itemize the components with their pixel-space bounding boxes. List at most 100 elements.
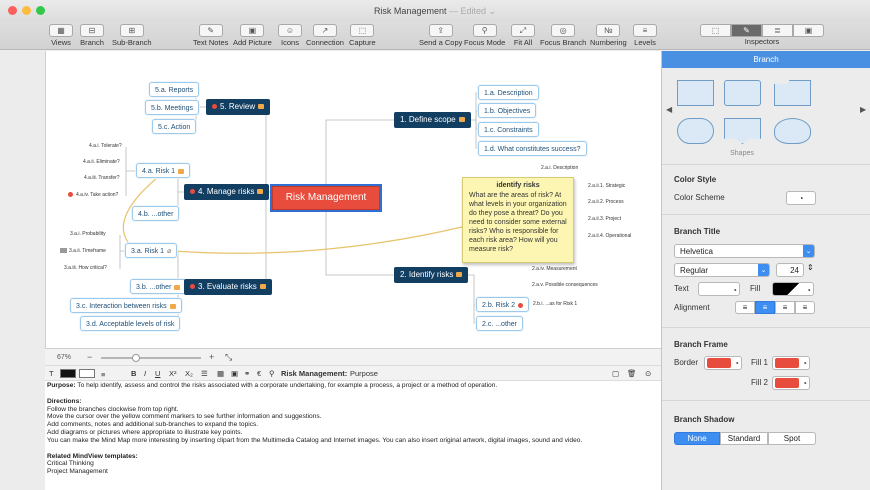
document-icon[interactable]: ▢ xyxy=(612,366,619,381)
comment-marker-icon[interactable] xyxy=(259,284,266,290)
sub-branch-3b[interactable]: 3.b. ...other xyxy=(130,279,187,294)
sub-branch-button[interactable]: ⊞ Sub-Branch xyxy=(112,24,152,47)
zoom-out-icon[interactable]: − xyxy=(87,349,92,366)
comment-marker-icon[interactable] xyxy=(258,104,265,110)
leaf-2av[interactable]: 2.a.v. Possible consequences xyxy=(532,282,598,288)
text-notes-button[interactable]: ✎ Text Notes xyxy=(193,24,228,47)
sub-branch-1b[interactable]: 1.b. Objectives xyxy=(478,103,537,118)
comment-marker-icon[interactable] xyxy=(174,284,181,290)
align-right-button[interactable]: ≡ xyxy=(775,301,795,314)
leaf-2ai[interactable]: 2.a.i. Description xyxy=(541,165,578,171)
inspector-tab-branch[interactable]: Branch xyxy=(662,51,870,68)
mind-map-canvas[interactable]: 5.a. Reports 5.b. Meetings 5.c. Action 5… xyxy=(45,51,661,348)
align-left-button[interactable]: ≡ xyxy=(735,301,755,314)
branch-review[interactable]: 5. Review xyxy=(206,99,271,115)
focus-mode-button[interactable]: ⚲ Focus Mode xyxy=(464,24,505,47)
font-family-select[interactable]: Helvetica ⌄ xyxy=(674,244,815,258)
branch-manage-risks[interactable]: 4. Manage risks xyxy=(184,184,270,200)
shapes-prev-arrow-icon[interactable]: ◀ xyxy=(666,105,672,114)
leaf-2aii2[interactable]: 2.a.ii.2. Process xyxy=(588,199,624,205)
branch-define-scope[interactable]: 1. Define scope xyxy=(394,112,471,128)
leaf-3ai[interactable]: 3.a.i. Probability xyxy=(70,231,106,237)
leaf-2aiv[interactable]: 2.a.iv. Measurement xyxy=(532,266,577,272)
branch-button[interactable]: ⊟ Branch xyxy=(80,24,104,47)
leaf-3aiii[interactable]: 3.a.iii. How critical? xyxy=(64,265,107,271)
capture-button[interactable]: ⬚ Capture xyxy=(349,24,376,47)
options-icon[interactable]: ⊙ xyxy=(645,366,651,381)
numbering-button[interactable]: № Numbering xyxy=(590,24,627,47)
add-picture-button[interactable]: ▣ Add Picture xyxy=(233,24,272,47)
attachment-icon[interactable]: ⌀ xyxy=(167,248,171,255)
zoom-slider-thumb[interactable] xyxy=(132,354,140,362)
special-char-icon[interactable]: ⚲ xyxy=(269,366,275,381)
sub-branch-2b[interactable]: 2.b. Risk 2 xyxy=(476,297,530,312)
list-inspector-icon[interactable]: ≣ xyxy=(762,24,793,37)
image-icon[interactable]: ▣ xyxy=(231,366,238,381)
trash-icon[interactable]: 🗑 xyxy=(627,366,637,381)
comment-marker-icon[interactable] xyxy=(458,117,465,123)
leaf-2bi[interactable]: 2.b.i. ...as for Risk 1 xyxy=(533,301,577,307)
italic-button[interactable]: I xyxy=(144,366,146,381)
sub-branch-5c[interactable]: 5.c. Action xyxy=(152,119,197,134)
border-color-well[interactable]: ◔ xyxy=(704,356,742,370)
shape-callout[interactable] xyxy=(724,118,761,144)
underline-button[interactable]: U xyxy=(155,366,160,381)
inspectors-control[interactable]: ⬚ ✎ ≣ ▣ Inspectors xyxy=(700,24,824,46)
leaf-2aii1[interactable]: 2.a.ii.1. Strategic xyxy=(588,183,625,189)
sub-branch-1d[interactable]: 1.d. What constitutes success? xyxy=(478,141,587,156)
font-size-stepper[interactable]: ⇕ xyxy=(807,263,814,272)
views-button[interactable]: ▦ Views xyxy=(49,24,73,47)
icons-button[interactable]: ☺ Icons xyxy=(278,24,302,47)
leaf-2aii3[interactable]: 2.a.ii.3. Project xyxy=(588,216,621,222)
leaf-4ai[interactable]: 4.a.i. Tolerate? xyxy=(89,143,122,149)
fit-all-button[interactable]: ⤢ Fit All xyxy=(511,24,535,47)
text-color-well[interactable]: ◔ xyxy=(698,282,740,296)
comment-marker-icon[interactable] xyxy=(257,189,264,195)
shape-folder[interactable] xyxy=(774,80,811,106)
color-scheme-button[interactable]: ◔ xyxy=(786,191,816,205)
levels-button[interactable]: ≡ Levels xyxy=(633,24,657,47)
leaf-2aii4[interactable]: 2.a.ii.4. Operational xyxy=(588,233,631,239)
map-inspector-icon[interactable]: ⬚ xyxy=(700,24,731,37)
edited-label[interactable]: — Edited ⌄ xyxy=(449,6,496,16)
leaf-4aiii[interactable]: 4.a.iii. Transfer? xyxy=(84,175,120,181)
branch-identify-risks[interactable]: 2. Identify risks xyxy=(394,267,469,283)
shapes-next-arrow-icon[interactable]: ▶ xyxy=(860,105,866,114)
subscript-button[interactable]: X₂ xyxy=(185,366,193,381)
text-color-swatch[interactable] xyxy=(60,369,76,378)
font-style-select[interactable]: Regular ⌄ xyxy=(674,263,770,277)
list-icon[interactable]: ☰ xyxy=(201,366,208,381)
send-copy-button[interactable]: ⇪ Send a Copy xyxy=(419,24,462,47)
font-size-input[interactable]: 24 xyxy=(776,263,804,277)
zoom-slider[interactable] xyxy=(101,357,201,359)
leaf-4aii[interactable]: 4.a.ii. Eliminate? xyxy=(83,159,120,165)
close-button[interactable] xyxy=(8,6,17,15)
shadow-standard-button[interactable]: Standard xyxy=(720,432,768,445)
sub-branch-5a[interactable]: 5.a. Reports xyxy=(149,82,200,97)
focus-branch-button[interactable]: ◎ Focus Branch xyxy=(540,24,586,47)
sub-branch-4a[interactable]: 4.a. Risk 1 xyxy=(136,163,191,178)
align-justify-button[interactable]: ≡ xyxy=(795,301,815,314)
central-topic[interactable]: Risk Management xyxy=(272,186,380,210)
fill2-color-well[interactable]: ◔ xyxy=(772,376,810,390)
bold-button[interactable]: B xyxy=(131,366,136,381)
comment-marker-icon[interactable] xyxy=(169,303,176,309)
comment-marker-icon[interactable] xyxy=(178,168,185,174)
shadow-none-button[interactable]: None xyxy=(674,432,720,445)
sub-branch-3d[interactable]: 3.d. Acceptable levels of risk xyxy=(80,316,181,331)
superscript-button[interactable]: X² xyxy=(169,366,177,381)
fit-window-icon[interactable]: ⤡ xyxy=(225,349,232,366)
table-icon[interactable]: ▦ xyxy=(217,366,224,381)
strikethrough-icon[interactable]: € xyxy=(257,366,261,381)
sub-branch-1a[interactable]: 1.a. Description xyxy=(478,85,539,100)
zoom-in-icon[interactable]: + xyxy=(209,349,214,366)
link-icon[interactable]: ⚭ xyxy=(244,366,250,381)
brush-inspector-icon[interactable]: ✎ xyxy=(731,24,762,37)
shadow-spot-button[interactable]: Spot xyxy=(768,432,816,445)
leaf-3aii[interactable]: 3.a.ii. Timeframe xyxy=(60,248,106,254)
fill-color-well[interactable]: ◔ xyxy=(772,282,814,296)
leaf-4aiv[interactable]: 4.a.iv. Take action? xyxy=(68,192,118,198)
comment-marker-icon[interactable] xyxy=(456,272,463,278)
sub-branch-3a[interactable]: 3.a. Risk 1 ⌀ xyxy=(125,243,178,258)
shape-rectangle[interactable] xyxy=(677,80,714,106)
